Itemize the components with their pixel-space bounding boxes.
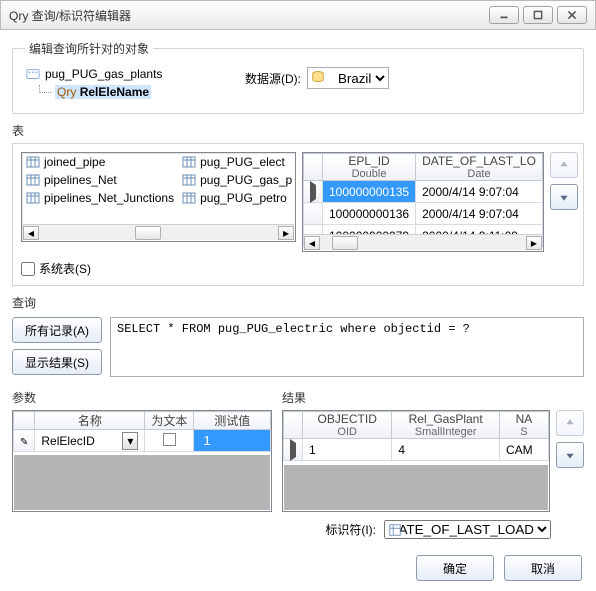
test-value-input[interactable] xyxy=(200,431,264,451)
target-legend: 编辑查询所针对的对象 xyxy=(25,40,153,57)
datasource-label: 数据源(D): xyxy=(245,70,301,87)
title-bar: Qry 查询/标识符编辑器 xyxy=(0,0,596,30)
param-name-dropdown[interactable]: ▾ xyxy=(122,432,138,450)
table-icon xyxy=(182,155,196,169)
table-item[interactable]: pug_PUG_petro xyxy=(178,189,296,207)
tables-label: 表 xyxy=(12,122,584,139)
params-grid[interactable]: 名称 为文本 测试值 ✎ RelElecID▾ xyxy=(12,410,272,512)
minimize-button[interactable] xyxy=(489,6,519,24)
table-icon xyxy=(182,191,196,205)
all-records-button[interactable]: 所有记录(A) xyxy=(12,317,102,343)
identifier-select[interactable]: DATE_OF_LAST_LOAD xyxy=(384,520,551,539)
table-icon xyxy=(26,155,40,169)
table-item[interactable]: pug_PUG_gas_p xyxy=(178,171,296,189)
results-label: 结果 xyxy=(282,389,584,406)
sql-textarea[interactable]: SELECT * FROM pug_PUG_electric where obj… xyxy=(110,317,584,377)
results-down-button[interactable] xyxy=(556,442,584,468)
table-list-hscroll[interactable]: ◂ ▸ xyxy=(23,224,294,240)
tree-child-prefix: Qry xyxy=(57,85,76,99)
table-item[interactable]: pipelines_Net_Junctions xyxy=(22,189,178,207)
scroll-thumb[interactable] xyxy=(332,236,358,250)
table-icon xyxy=(26,191,40,205)
target-fieldset: 编辑查询所针对的对象 pug_PUG_gas_plants Qry RelEle… xyxy=(12,40,584,114)
systables-checkbox[interactable]: 系统表(S) xyxy=(21,260,575,277)
scroll-left-icon[interactable]: ◂ xyxy=(23,226,39,240)
result-row[interactable]: 1 4 CAM xyxy=(284,439,549,461)
results-grid[interactable]: OBJECTIDOID Rel_GasPlantSmallInteger NAS… xyxy=(282,410,550,512)
tree-root[interactable]: pug_PUG_gas_plants xyxy=(25,67,225,81)
table-icon xyxy=(182,173,196,187)
table-preview-grid[interactable]: EPL_IDDouble DATE_OF_LAST_LODate 1000000… xyxy=(302,152,544,252)
tree-child[interactable]: Qry RelEleName xyxy=(25,85,225,99)
show-results-button[interactable]: 显示结果(S) xyxy=(12,349,102,375)
table-item[interactable]: pipelines_Net xyxy=(22,171,178,189)
move-up-button[interactable] xyxy=(550,152,578,178)
window-title: Qry 查询/标识符编辑器 xyxy=(9,7,485,24)
edit-indicator-icon: ✎ xyxy=(20,437,28,448)
column-icon xyxy=(388,523,404,539)
preview-hscroll[interactable]: ◂ ▸ xyxy=(304,234,542,250)
table-icon xyxy=(26,173,40,187)
table-item[interactable]: joined_pipe xyxy=(22,153,178,171)
scroll-thumb[interactable] xyxy=(135,226,161,240)
scroll-left-icon[interactable]: ◂ xyxy=(304,236,320,250)
table-item[interactable]: pug_PUG_elect xyxy=(178,153,296,171)
results-empty-area xyxy=(284,465,548,510)
params-label: 参数 xyxy=(12,389,272,406)
query-label: 查询 xyxy=(12,294,584,311)
database-icon xyxy=(311,70,327,86)
identifier-label: 标识符(I): xyxy=(325,521,376,538)
move-down-button[interactable] xyxy=(550,184,578,210)
tree-root-label: pug_PUG_gas_plants xyxy=(45,67,162,81)
scroll-right-icon[interactable]: ▸ xyxy=(526,236,542,250)
row-pointer-icon xyxy=(290,439,296,461)
cancel-button[interactable]: 取消 xyxy=(504,555,582,581)
results-up-button[interactable] xyxy=(556,410,584,436)
tree-connector xyxy=(39,85,51,93)
maximize-button[interactable] xyxy=(523,6,553,24)
params-empty-area xyxy=(14,455,270,510)
ok-button[interactable]: 确定 xyxy=(416,555,494,581)
dataset-icon xyxy=(25,67,41,81)
scroll-right-icon[interactable]: ▸ xyxy=(278,226,294,240)
preview-row[interactable]: 1000000001362000/4/14 9:07:04 xyxy=(304,203,543,225)
preview-row[interactable]: 1000000001352000/4/14 9:07:04 xyxy=(304,181,543,203)
tables-area: joined_pipepipelines_Netpipelines_Net_Ju… xyxy=(12,143,584,286)
close-button[interactable] xyxy=(557,6,587,24)
systables-input[interactable] xyxy=(21,262,35,276)
tree-child-name: RelEleName xyxy=(80,85,149,99)
table-list[interactable]: joined_pipepipelines_Netpipelines_Net_Ju… xyxy=(21,152,296,242)
astext-checkbox[interactable] xyxy=(163,433,176,446)
row-pointer-icon xyxy=(310,181,316,203)
param-row[interactable]: ✎ RelElecID▾ xyxy=(14,430,271,452)
